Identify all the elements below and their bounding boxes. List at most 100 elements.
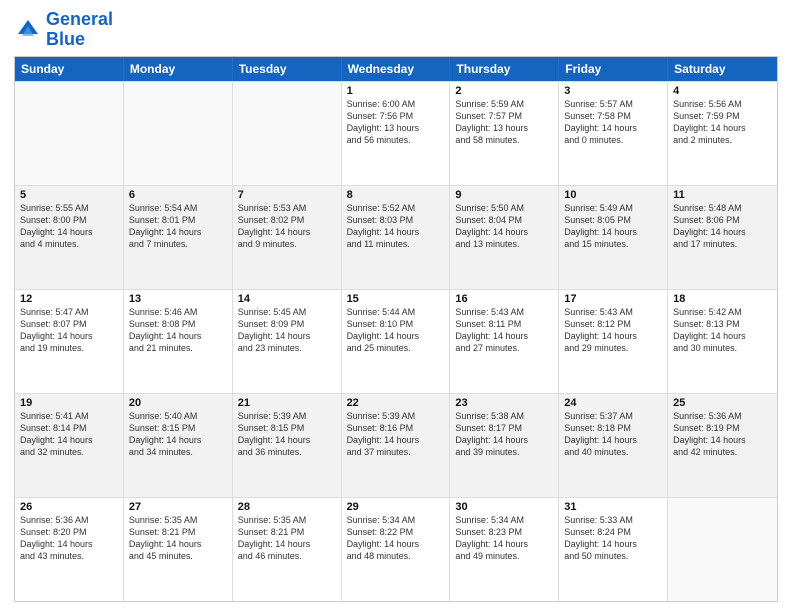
cell-info-line: Sunset: 8:09 PM	[238, 318, 336, 330]
day-number: 29	[347, 501, 445, 513]
cell-info-line: Daylight: 14 hours	[347, 226, 445, 238]
day-number: 24	[564, 397, 662, 409]
cell-info-line: Daylight: 14 hours	[238, 538, 336, 550]
cell-info-line: Daylight: 14 hours	[129, 538, 227, 550]
calendar-cell: 8Sunrise: 5:52 AMSunset: 8:03 PMDaylight…	[342, 186, 451, 289]
cell-info-line: Sunset: 8:18 PM	[564, 422, 662, 434]
cell-info-line: Daylight: 14 hours	[238, 226, 336, 238]
cell-info-line: and 15 minutes.	[564, 238, 662, 250]
cell-info-line: Sunrise: 5:34 AM	[347, 514, 445, 526]
calendar-week-4: 19Sunrise: 5:41 AMSunset: 8:14 PMDayligh…	[15, 393, 777, 497]
cell-info-line: Sunset: 8:08 PM	[129, 318, 227, 330]
cell-info-line: Sunset: 8:23 PM	[455, 526, 553, 538]
cell-info-line: Sunset: 8:07 PM	[20, 318, 118, 330]
cell-info-line: Sunset: 8:21 PM	[238, 526, 336, 538]
cell-info-line: Sunrise: 5:52 AM	[347, 202, 445, 214]
cell-info-line: and 34 minutes.	[129, 446, 227, 458]
calendar: SundayMondayTuesdayWednesdayThursdayFrid…	[14, 56, 778, 602]
cell-info-line: Sunrise: 5:39 AM	[347, 410, 445, 422]
cell-info-line: Daylight: 14 hours	[129, 434, 227, 446]
cell-info-line: Sunrise: 5:35 AM	[238, 514, 336, 526]
cell-info-line: Daylight: 14 hours	[564, 330, 662, 342]
calendar-cell: 4Sunrise: 5:56 AMSunset: 7:59 PMDaylight…	[668, 82, 777, 185]
cell-info-line: and 42 minutes.	[673, 446, 772, 458]
calendar-body: 1Sunrise: 6:00 AMSunset: 7:56 PMDaylight…	[15, 81, 777, 601]
calendar-cell: 6Sunrise: 5:54 AMSunset: 8:01 PMDaylight…	[124, 186, 233, 289]
cell-info-line: Sunrise: 5:45 AM	[238, 306, 336, 318]
calendar-cell: 10Sunrise: 5:49 AMSunset: 8:05 PMDayligh…	[559, 186, 668, 289]
calendar-week-1: 1Sunrise: 6:00 AMSunset: 7:56 PMDaylight…	[15, 81, 777, 185]
day-number: 22	[347, 397, 445, 409]
day-header-thursday: Thursday	[450, 57, 559, 81]
cell-info-line: and 21 minutes.	[129, 342, 227, 354]
cell-info-line: Sunset: 8:06 PM	[673, 214, 772, 226]
calendar-header: SundayMondayTuesdayWednesdayThursdayFrid…	[15, 57, 777, 81]
cell-info-line: Sunset: 7:59 PM	[673, 110, 772, 122]
cell-info-line: Daylight: 14 hours	[129, 226, 227, 238]
calendar-week-3: 12Sunrise: 5:47 AMSunset: 8:07 PMDayligh…	[15, 289, 777, 393]
cell-info-line: Sunrise: 5:53 AM	[238, 202, 336, 214]
calendar-cell: 20Sunrise: 5:40 AMSunset: 8:15 PMDayligh…	[124, 394, 233, 497]
cell-info-line: Daylight: 14 hours	[673, 330, 772, 342]
cell-info-line: Sunset: 8:22 PM	[347, 526, 445, 538]
day-header-friday: Friday	[559, 57, 668, 81]
calendar-cell: 12Sunrise: 5:47 AMSunset: 8:07 PMDayligh…	[15, 290, 124, 393]
cell-info-line: Sunset: 8:19 PM	[673, 422, 772, 434]
cell-info-line: and 7 minutes.	[129, 238, 227, 250]
day-number: 8	[347, 189, 445, 201]
day-header-saturday: Saturday	[668, 57, 777, 81]
cell-info-line: and 27 minutes.	[455, 342, 553, 354]
cell-info-line: Daylight: 14 hours	[238, 330, 336, 342]
cell-info-line: and 17 minutes.	[673, 238, 772, 250]
day-number: 12	[20, 293, 118, 305]
cell-info-line: Daylight: 14 hours	[20, 538, 118, 550]
calendar-cell: 5Sunrise: 5:55 AMSunset: 8:00 PMDaylight…	[15, 186, 124, 289]
day-number: 2	[455, 85, 553, 97]
day-number: 14	[238, 293, 336, 305]
cell-info-line: Sunrise: 5:41 AM	[20, 410, 118, 422]
calendar-cell: 22Sunrise: 5:39 AMSunset: 8:16 PMDayligh…	[342, 394, 451, 497]
cell-info-line: Sunset: 8:17 PM	[455, 422, 553, 434]
cell-info-line: Sunset: 8:15 PM	[238, 422, 336, 434]
day-number: 11	[673, 189, 772, 201]
cell-info-line: Daylight: 14 hours	[455, 538, 553, 550]
cell-info-line: Sunrise: 5:34 AM	[455, 514, 553, 526]
calendar-cell: 21Sunrise: 5:39 AMSunset: 8:15 PMDayligh…	[233, 394, 342, 497]
calendar-week-5: 26Sunrise: 5:36 AMSunset: 8:20 PMDayligh…	[15, 497, 777, 601]
cell-info-line: and 50 minutes.	[564, 550, 662, 562]
calendar-cell	[233, 82, 342, 185]
day-number: 31	[564, 501, 662, 513]
day-number: 21	[238, 397, 336, 409]
day-header-sunday: Sunday	[15, 57, 124, 81]
cell-info-line: Daylight: 14 hours	[347, 330, 445, 342]
calendar-cell: 23Sunrise: 5:38 AMSunset: 8:17 PMDayligh…	[450, 394, 559, 497]
cell-info-line: and 39 minutes.	[455, 446, 553, 458]
cell-info-line: and 48 minutes.	[347, 550, 445, 562]
cell-info-line: Sunrise: 5:39 AM	[238, 410, 336, 422]
cell-info-line: and 37 minutes.	[347, 446, 445, 458]
cell-info-line: Daylight: 14 hours	[20, 434, 118, 446]
cell-info-line: Sunrise: 5:47 AM	[20, 306, 118, 318]
cell-info-line: Daylight: 14 hours	[564, 538, 662, 550]
cell-info-line: Daylight: 14 hours	[564, 434, 662, 446]
cell-info-line: and 45 minutes.	[129, 550, 227, 562]
cell-info-line: Daylight: 14 hours	[20, 330, 118, 342]
calendar-cell: 9Sunrise: 5:50 AMSunset: 8:04 PMDaylight…	[450, 186, 559, 289]
cell-info-line: Sunrise: 5:38 AM	[455, 410, 553, 422]
day-number: 20	[129, 397, 227, 409]
day-number: 23	[455, 397, 553, 409]
cell-info-line: Sunset: 8:02 PM	[238, 214, 336, 226]
cell-info-line: Sunrise: 5:55 AM	[20, 202, 118, 214]
calendar-cell: 31Sunrise: 5:33 AMSunset: 8:24 PMDayligh…	[559, 498, 668, 601]
cell-info-line: Sunrise: 5:48 AM	[673, 202, 772, 214]
day-number: 15	[347, 293, 445, 305]
calendar-cell: 28Sunrise: 5:35 AMSunset: 8:21 PMDayligh…	[233, 498, 342, 601]
day-number: 16	[455, 293, 553, 305]
cell-info-line: Sunset: 8:10 PM	[347, 318, 445, 330]
day-number: 5	[20, 189, 118, 201]
cell-info-line: Sunset: 8:03 PM	[347, 214, 445, 226]
logo-icon	[14, 16, 42, 44]
cell-info-line: and 49 minutes.	[455, 550, 553, 562]
cell-info-line: Sunset: 8:11 PM	[455, 318, 553, 330]
cell-info-line: and 0 minutes.	[564, 134, 662, 146]
